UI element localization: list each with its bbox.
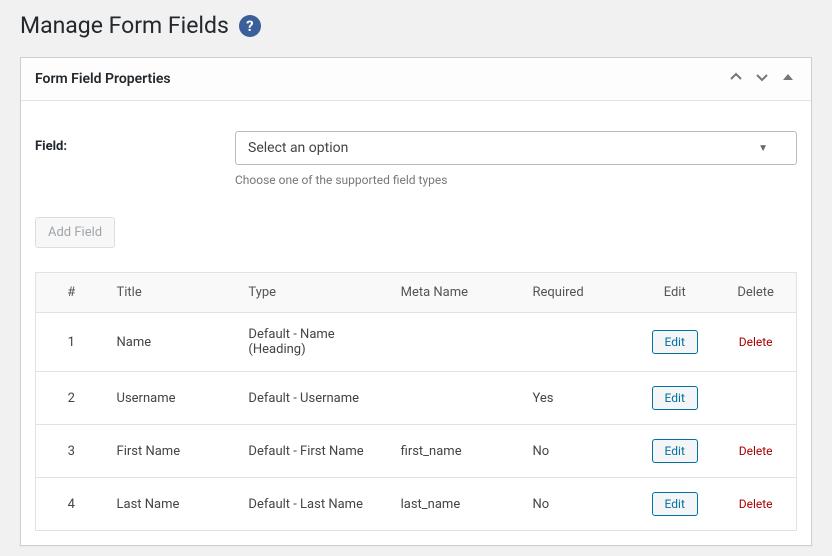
row-edit-cell: Edit — [634, 313, 715, 372]
row-type: Default - First Name — [238, 425, 390, 478]
row-type: Default - Last Name — [238, 478, 390, 531]
row-meta — [391, 313, 523, 372]
delete-link[interactable]: Delete — [739, 497, 773, 511]
field-selector-row: Field: Select an option ▼ Choose one of … — [35, 131, 797, 187]
delete-link[interactable]: Delete — [739, 335, 773, 349]
col-header-meta: Meta Name — [391, 273, 523, 313]
row-delete-cell — [715, 372, 796, 425]
row-title: Name — [107, 313, 239, 372]
field-type-select[interactable]: Select an option ▼ — [235, 131, 797, 165]
table-row: 1NameDefault - Name (Heading) Edit Delete — [36, 313, 797, 372]
col-header-type: Type — [238, 273, 390, 313]
row-index: 3 — [36, 425, 107, 478]
table-row: 2UsernameDefault - Username Yes Edit — [36, 372, 797, 425]
add-field-button[interactable]: Add Field — [35, 217, 115, 248]
panel-move-down-icon[interactable] — [753, 68, 771, 90]
row-title: Username — [107, 372, 239, 425]
panel-title: Form Field Properties — [35, 71, 171, 87]
table-row: 4Last NameDefault - Last Namelast_nameNo… — [36, 478, 797, 531]
col-header-edit: Edit — [634, 273, 715, 313]
row-edit-cell: Edit — [634, 478, 715, 531]
row-meta: last_name — [391, 478, 523, 531]
fields-table: # Title Type Meta Name Required Edit Del… — [35, 272, 797, 531]
edit-button[interactable]: Edit — [652, 439, 698, 463]
form-field-properties-panel: Form Field Properties Field: Select an o… — [20, 57, 812, 546]
edit-button[interactable]: Edit — [652, 386, 698, 410]
row-required — [523, 313, 635, 372]
row-type: Default - Name (Heading) — [238, 313, 390, 372]
chevron-down-icon: ▼ — [758, 143, 768, 154]
row-required: Yes — [523, 372, 635, 425]
row-title: First Name — [107, 425, 239, 478]
col-header-index: # — [36, 273, 107, 313]
field-type-select-value: Select an option — [248, 140, 348, 156]
edit-button[interactable]: Edit — [652, 492, 698, 516]
edit-button[interactable]: Edit — [652, 330, 698, 354]
row-index: 4 — [36, 478, 107, 531]
row-required: No — [523, 478, 635, 531]
panel-collapse-icon[interactable] — [779, 68, 797, 90]
col-header-delete: Delete — [715, 273, 796, 313]
field-selector-help-text: Choose one of the supported field types — [235, 173, 797, 187]
panel-header: Form Field Properties — [21, 58, 811, 101]
page-title: Manage Form Fields — [20, 12, 229, 39]
row-edit-cell: Edit — [634, 372, 715, 425]
row-index: 2 — [36, 372, 107, 425]
col-header-required: Required — [523, 273, 635, 313]
row-edit-cell: Edit — [634, 425, 715, 478]
table-row: 3First NameDefault - First Namefirst_nam… — [36, 425, 797, 478]
row-index: 1 — [36, 313, 107, 372]
row-title: Last Name — [107, 478, 239, 531]
row-meta — [391, 372, 523, 425]
panel-move-up-icon[interactable] — [727, 68, 745, 90]
row-type: Default - Username — [238, 372, 390, 425]
field-selector-label: Field: — [35, 131, 235, 154]
delete-link[interactable]: Delete — [739, 444, 773, 458]
panel-body: Field: Select an option ▼ Choose one of … — [21, 101, 811, 545]
row-delete-cell: Delete — [715, 478, 796, 531]
row-meta: first_name — [391, 425, 523, 478]
help-icon[interactable]: ? — [239, 15, 261, 37]
col-header-title: Title — [107, 273, 239, 313]
row-required: No — [523, 425, 635, 478]
row-delete-cell: Delete — [715, 425, 796, 478]
panel-controls — [727, 68, 797, 90]
row-delete-cell: Delete — [715, 313, 796, 372]
